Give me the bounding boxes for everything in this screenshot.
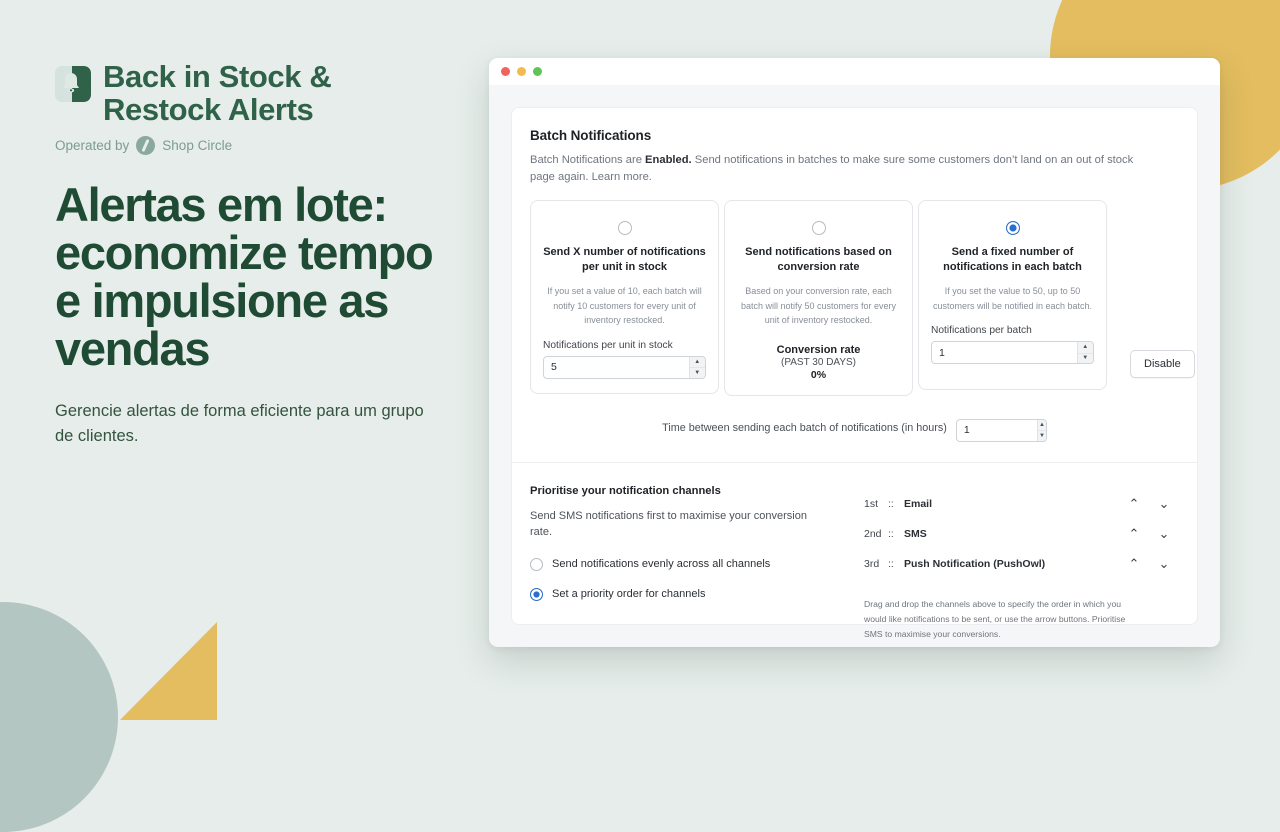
operated-by-row: Operated by Shop Circle bbox=[55, 135, 455, 155]
priority-settings: Prioritise your notification channels Se… bbox=[530, 485, 830, 642]
partner-name: Shop Circle bbox=[162, 137, 233, 153]
radio-fixed-number[interactable] bbox=[1005, 220, 1020, 235]
conversion-rate-block: Conversion rate (PAST 30 DAYS) 0% bbox=[737, 344, 900, 381]
priority-section: Prioritise your notification channels Se… bbox=[530, 485, 1179, 642]
stepper-down-icon[interactable]: ▼ bbox=[1038, 430, 1046, 441]
radio-priority-order[interactable] bbox=[530, 587, 543, 601]
move-up-icon[interactable]: ⌃ bbox=[1119, 527, 1149, 540]
conversion-rate-label: Conversion rate bbox=[776, 343, 861, 356]
move-up-icon[interactable]: ⌃ bbox=[1119, 557, 1149, 570]
stepper-buttons[interactable]: ▲ ▼ bbox=[1037, 419, 1046, 441]
conversion-rate-period: (PAST 30 DAYS) bbox=[780, 356, 857, 368]
channel-row[interactable]: 2nd :: SMS ⌃ ⌄ bbox=[864, 519, 1179, 549]
channel-help-text: Drag and drop the channels above to spec… bbox=[864, 598, 1126, 639]
move-down-icon[interactable]: ⌄ bbox=[1149, 527, 1179, 540]
stepper-up-icon[interactable]: ▲ bbox=[1077, 342, 1093, 353]
decorative-sage-circle bbox=[0, 602, 118, 832]
app-logo bbox=[55, 66, 91, 102]
option-field-label: Notifications per batch bbox=[931, 325, 1032, 337]
channel-name: SMS bbox=[904, 527, 927, 540]
page-subtitle: Gerencie alertas de forma eficiente para… bbox=[55, 401, 424, 446]
channel-order-list: 1st :: Email ⌃ ⌄ 2nd :: SMS ⌃ ⌄ 3rd:: P… bbox=[840, 485, 1179, 642]
move-down-icon[interactable]: ⌄ bbox=[1149, 557, 1179, 570]
option-card-fixed-number[interactable]: Send a fixed number of notifications in … bbox=[918, 199, 1107, 390]
brand-header: Back in Stock & Restock Alerts bbox=[55, 60, 455, 127]
option-card-per-unit[interactable]: Send X number of notifications per unit … bbox=[530, 199, 719, 394]
brand-name-line2: Restock Alerts bbox=[103, 92, 314, 128]
status-badge: Enabled. bbox=[645, 154, 692, 166]
move-down-icon[interactable]: ⌄ bbox=[1149, 497, 1179, 510]
stepper-down-icon[interactable]: ▼ bbox=[689, 367, 705, 378]
channel-rank: 3rd bbox=[864, 557, 880, 570]
bell-icon bbox=[63, 73, 79, 93]
channel-row[interactable]: 3rd :: Push Notification (PushOwl) ⌃ ⌄ bbox=[864, 549, 1179, 579]
notifications-per-unit-stepper[interactable]: ▲ ▼ bbox=[543, 355, 706, 379]
stepper-up-icon[interactable]: ▲ bbox=[1038, 419, 1046, 431]
option-body: If you set the value to 50, up to 50 cus… bbox=[932, 285, 1093, 311]
maximize-icon[interactable] bbox=[533, 67, 542, 76]
shop-circle-icon bbox=[136, 135, 156, 155]
channel-rank: 2nd bbox=[864, 527, 882, 540]
channel-rank: 1st bbox=[864, 497, 879, 510]
page-title: Alertas em lote: economize tempo e impul… bbox=[55, 177, 434, 375]
radio-conversion-rate[interactable] bbox=[811, 220, 826, 235]
move-up-icon[interactable]: ⌃ bbox=[1119, 497, 1149, 510]
brand-name-line1: Back in Stock & bbox=[103, 59, 332, 94]
option-title: Send X number of notifications per unit … bbox=[543, 245, 706, 273]
radio-option-even[interactable]: Send notifications evenly across all cha… bbox=[530, 557, 830, 571]
notifications-per-batch-input[interactable] bbox=[932, 342, 1077, 364]
batch-mode-options: Send X number of notifications per unit … bbox=[530, 199, 1179, 396]
channel-separator: :: bbox=[888, 557, 894, 570]
priority-heading: Prioritise your notification channels bbox=[530, 484, 721, 497]
window-titlebar bbox=[489, 58, 1220, 85]
channel-row[interactable]: 1st :: Email ⌃ ⌄ bbox=[864, 489, 1179, 519]
decorative-yellow-triangle bbox=[120, 622, 217, 720]
channel-separator: :: bbox=[888, 527, 894, 540]
stepper-down-icon[interactable]: ▼ bbox=[1077, 352, 1093, 364]
marketing-panel: Back in Stock & Restock Alerts Operated … bbox=[55, 60, 455, 450]
option-title: Send notifications based on conversion r… bbox=[745, 245, 892, 273]
time-between-stepper[interactable]: ▲ ▼ bbox=[955, 418, 1047, 442]
window-viewport: Batch Notifications Batch Notifications … bbox=[489, 85, 1220, 647]
close-icon[interactable] bbox=[501, 67, 510, 76]
card-heading: Batch Notifications bbox=[530, 128, 652, 143]
priority-description: Send SMS notifications first to maximise… bbox=[530, 509, 807, 539]
desc-part-1: Batch Notifications are bbox=[530, 154, 646, 166]
notifications-per-unit-input[interactable] bbox=[544, 356, 689, 378]
operated-by-label: Operated by bbox=[55, 137, 130, 153]
channel-name: Email bbox=[904, 497, 933, 510]
batch-notifications-card: Batch Notifications Batch Notifications … bbox=[511, 107, 1198, 639]
conversion-rate-value: 0% bbox=[810, 368, 827, 381]
option-title: Send a fixed number of notifications in … bbox=[943, 245, 1082, 273]
section-divider bbox=[512, 461, 1197, 463]
radio-per-unit[interactable] bbox=[617, 220, 632, 235]
radio-even-channels[interactable] bbox=[530, 557, 543, 571]
option-card-conversion-rate[interactable]: Send notifications based on conversion r… bbox=[724, 199, 913, 396]
option-field-label: Notifications per unit in stock bbox=[543, 339, 673, 351]
radio-order-label: Set a priority order for channels bbox=[552, 588, 706, 601]
app-window: Batch Notifications Batch Notifications … bbox=[489, 58, 1220, 647]
option-body: If you set a value of 10, each batch wil… bbox=[547, 285, 702, 326]
option-body: Based on your conversion rate, each batc… bbox=[740, 285, 897, 326]
time-between-batches-row: Time between sending each batch of notif… bbox=[530, 414, 1179, 442]
radio-option-order[interactable]: Set a priority order for channels bbox=[530, 587, 830, 601]
radio-even-label: Send notifications evenly across all cha… bbox=[552, 558, 771, 571]
stepper-up-icon[interactable]: ▲ bbox=[689, 356, 705, 368]
disable-button[interactable]: Disable bbox=[1130, 350, 1195, 378]
stepper-buttons[interactable]: ▲ ▼ bbox=[1076, 342, 1093, 364]
notifications-per-batch-stepper[interactable]: ▲ ▼ bbox=[931, 341, 1094, 365]
stepper-buttons[interactable]: ▲ ▼ bbox=[688, 356, 705, 378]
card-description: Batch Notifications are Enabled. Send no… bbox=[530, 152, 1140, 186]
channel-separator: :: bbox=[888, 497, 894, 510]
channel-name: Push Notification (PushOwl) bbox=[904, 557, 1046, 570]
time-between-label: Time between sending each batch of notif… bbox=[662, 421, 947, 434]
minimize-icon[interactable] bbox=[517, 67, 526, 76]
time-between-input[interactable] bbox=[956, 419, 1037, 441]
